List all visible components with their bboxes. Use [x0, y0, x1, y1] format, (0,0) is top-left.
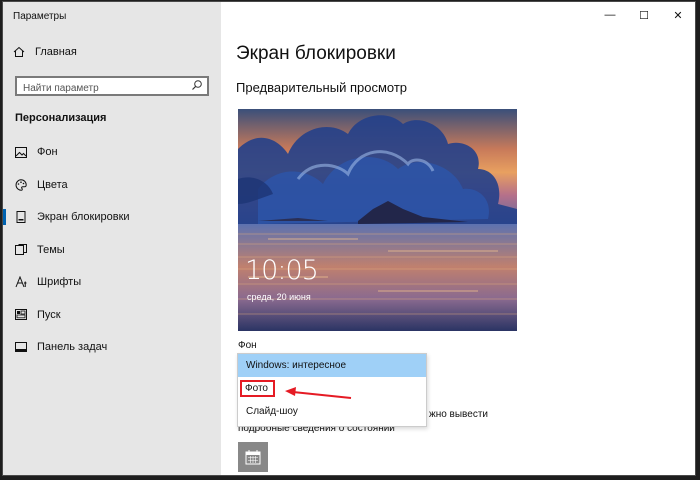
sidebar-nav: Фон Цвета Экран блокировки Темы Шрифты П…: [3, 136, 221, 364]
sidebar-item-label: Экран блокировки: [37, 211, 130, 224]
option-label: Слайд-шоу: [246, 406, 298, 417]
sidebar-item-themes[interactable]: Темы: [3, 234, 221, 267]
sidebar-item-home[interactable]: Главная: [13, 46, 77, 58]
sidebar-item-label: Фон: [37, 146, 58, 159]
dropdown-option-spotlight[interactable]: Windows: интересное: [238, 354, 426, 377]
calendar-icon: [245, 450, 261, 465]
picture-icon: [15, 146, 27, 158]
sidebar-item-label: Главная: [35, 46, 77, 58]
maximize-button[interactable]: ☐: [627, 2, 661, 28]
preview-date: среда, 20 июня: [247, 292, 311, 302]
minimize-button[interactable]: —: [593, 2, 627, 28]
sidebar-item-label: Цвета: [37, 178, 68, 191]
themes-icon: [15, 243, 27, 255]
taskbar-icon: [15, 342, 27, 353]
hint-text-partial: жно вывести: [429, 409, 488, 420]
palette-icon: [15, 179, 27, 191]
sidebar-item-start[interactable]: Пуск: [3, 299, 221, 332]
preview-heading: Предварительный просмотр: [236, 80, 408, 95]
preview-time: 10:05: [245, 255, 319, 286]
search-input[interactable]: [17, 80, 183, 97]
sidebar-item-label: Темы: [37, 243, 65, 256]
search-icon[interactable]: [191, 79, 203, 91]
start-icon: [15, 309, 27, 321]
sidebar-item-colors[interactable]: Цвета: [3, 169, 221, 202]
app-title: Параметры: [13, 11, 67, 22]
section-title: Персонализация: [15, 112, 107, 124]
option-label: Фото: [240, 380, 275, 397]
sidebar: Параметры Главная Персонализация Фон Цве…: [3, 2, 221, 475]
calendar-app-button[interactable]: [238, 442, 268, 472]
sidebar-item-lock-screen[interactable]: Экран блокировки: [3, 201, 221, 234]
sidebar-item-background[interactable]: Фон: [3, 136, 221, 169]
lock-screen-icon: [16, 211, 26, 224]
sidebar-item-label: Шрифты: [37, 276, 82, 289]
background-label: Фон: [238, 340, 257, 351]
sidebar-item-fonts[interactable]: Шрифты: [3, 266, 221, 299]
settings-window: Параметры Главная Персонализация Фон Цве…: [2, 1, 696, 476]
search-box: [15, 76, 209, 97]
sidebar-item-label: Панель задач: [37, 341, 108, 354]
close-button[interactable]: ✕: [661, 2, 695, 28]
home-icon: [13, 46, 25, 57]
fonts-icon: [15, 276, 27, 288]
window-controls: — ☐ ✕: [593, 2, 695, 28]
annotation-arrow: [285, 387, 352, 399]
lock-screen-preview: 10:05 среда, 20 июня: [238, 109, 517, 331]
sidebar-item-label: Пуск: [37, 308, 61, 321]
sidebar-item-taskbar[interactable]: Панель задач: [3, 331, 221, 364]
option-label: Windows: интересное: [246, 360, 347, 371]
page-title: Экран блокировки: [236, 43, 396, 64]
